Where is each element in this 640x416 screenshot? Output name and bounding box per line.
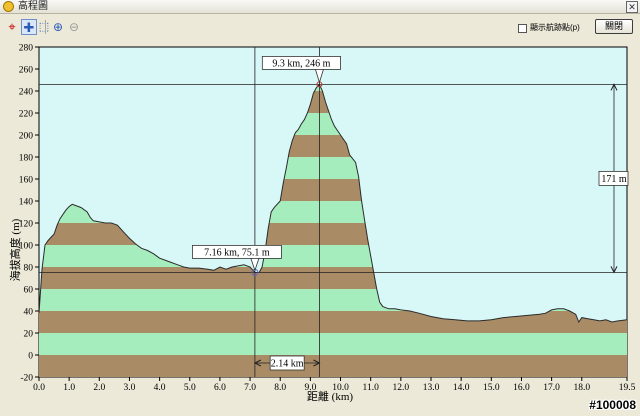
height-diff-label: 171 m: [601, 174, 627, 185]
x-tick-label: 0.0: [33, 383, 45, 393]
x-tick-label: 12.0: [393, 383, 410, 393]
y-axis-label: 海拔高度 (m): [8, 218, 22, 281]
x-tick-label: 7.0: [244, 383, 256, 393]
show-track-points-toggle[interactable]: 顯示航跡點(p): [518, 22, 580, 34]
x-tick-label: 3.0: [124, 383, 136, 393]
point-2-callout-label: 9.3 km, 246 m: [272, 58, 330, 69]
zoom-in-icon[interactable]: ⊕: [50, 19, 66, 35]
show-track-points-checkbox[interactable]: [518, 23, 527, 33]
toolbar-separator: [45, 20, 46, 34]
y-tick-label: 180: [19, 154, 34, 164]
y-tick-label: 20: [24, 330, 34, 340]
x-tick-label: 5.0: [184, 383, 196, 393]
crosshair-blue-icon[interactable]: ✚: [21, 19, 37, 35]
x-tick-label: 15.0: [483, 383, 500, 393]
elevation-band: [39, 355, 627, 377]
watermark-id: #100008: [589, 398, 636, 412]
zoom-out-icon[interactable]: ⊖: [66, 19, 82, 35]
x-tick-label: 16.0: [513, 383, 530, 393]
close-button[interactable]: 關閉: [595, 19, 633, 34]
y-tick-label: 80: [24, 264, 34, 274]
y-tick-label: 140: [19, 198, 34, 208]
x-tick-label: 1.0: [63, 383, 75, 393]
y-tick-label: 40: [24, 308, 34, 318]
y-tick-label: 200: [19, 132, 34, 142]
y-tick-label: -20: [20, 374, 33, 384]
window-title: 高程圖: [18, 1, 48, 12]
x-tick-label: 8.0: [274, 383, 286, 393]
x-tick-label: 18.0: [573, 383, 590, 393]
x-tick-label: 6.0: [214, 383, 226, 393]
show-track-points-label: 顯示航跡點(p): [530, 23, 580, 32]
distance-diff-label: 2.14 km: [271, 359, 304, 370]
app-icon: [3, 1, 14, 12]
x-tick-label: 4.0: [154, 383, 166, 393]
crosshair-red-icon[interactable]: ⌖: [4, 19, 20, 35]
x-tick-label: 19.5: [619, 383, 636, 393]
y-tick-label: 220: [19, 110, 34, 120]
y-tick-label: 160: [19, 176, 34, 186]
x-tick-label: 11.0: [363, 383, 380, 393]
x-axis-label: 距離 (km): [307, 389, 353, 403]
x-tick-label: 17.0: [543, 383, 560, 393]
point-1-callout-label: 7.16 km, 75.1 m: [204, 247, 270, 258]
y-tick-label: 280: [19, 44, 34, 54]
y-tick-label: 240: [19, 88, 34, 98]
window-close-icon[interactable]: ✕: [626, 1, 638, 13]
y-tick-label: 0: [28, 352, 33, 362]
x-tick-label: 14.0: [453, 383, 470, 393]
y-tick-label: 60: [24, 286, 34, 296]
elevation-chart-svg: 0.0 1.0 2.0 3.0 4.0 5.0 6.0 7.0 8.0 9.0 10.0 11.0 12…: [8, 44, 636, 404]
x-tick-label: 13.0: [423, 383, 440, 393]
elevation-profile-window: 高程圖 ✕ ⌖ ✚ ⬚ ⊕ ⊖ 顯示航跡點(p) 關閉 0.0 1.0 2.0 3.0…: [0, 0, 640, 413]
title-bar[interactable]: 高程圖 ✕: [0, 0, 640, 14]
elevation-chart[interactable]: 0.0 1.0 2.0 3.0 4.0 5.0 6.0 7.0 8.0 9.0 10.0 11.0 12…: [0, 40, 640, 413]
y-tick-label: 260: [19, 66, 34, 76]
toolbar: ⌖ ✚ ⬚ ⊕ ⊖ 顯示航跡點(p) 關閉: [0, 15, 640, 39]
elevation-band: [39, 333, 627, 355]
x-tick-label: 2.0: [93, 383, 105, 393]
